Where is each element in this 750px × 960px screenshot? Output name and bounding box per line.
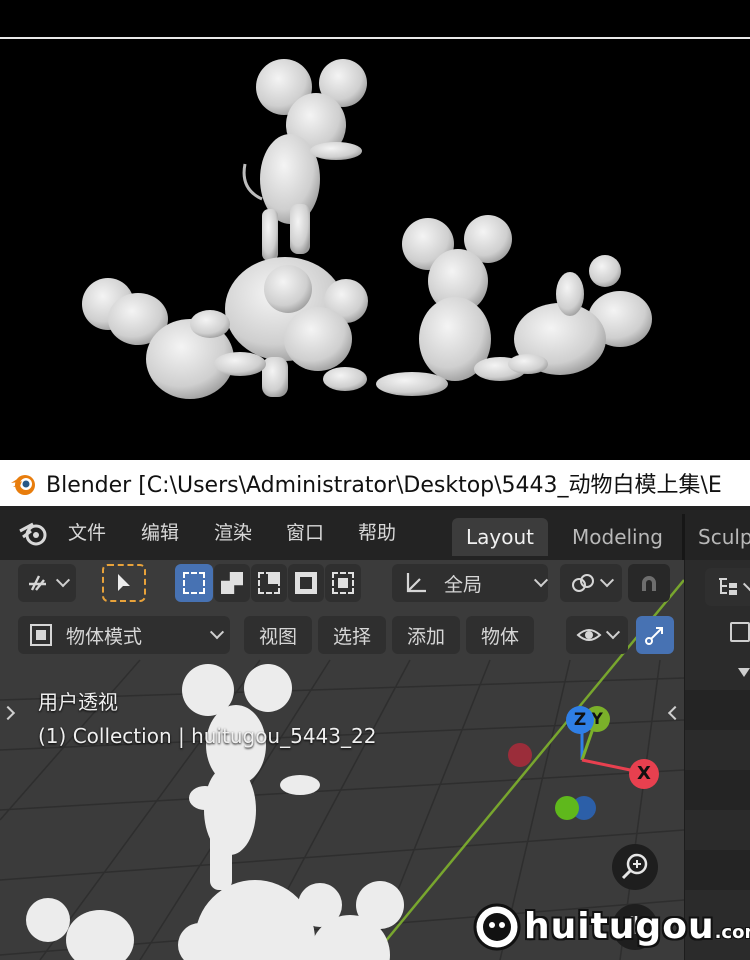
cursor-tool-icon (29, 575, 46, 591)
tab-modeling[interactable]: Modeling (558, 518, 677, 556)
window-title-bar: Blender [C:\Users\Administrator\Desktop\… (0, 460, 750, 506)
link-icon (572, 574, 594, 592)
menu-window[interactable]: 窗口 (286, 519, 324, 547)
window-title: Blender [C:\Users\Administrator\Desktop\… (46, 473, 722, 498)
select-intersect-icon (332, 572, 354, 594)
gizmo-toggle-button[interactable] (636, 616, 674, 654)
snap-toggle-button[interactable] (628, 564, 670, 602)
visibility-dropdown[interactable] (566, 616, 628, 654)
object-mode-icon (30, 624, 52, 646)
menu-help[interactable]: 帮助 (358, 519, 396, 547)
outliner-icon (719, 578, 737, 595)
chevron-down-icon (533, 573, 549, 588)
outliner-row[interactable] (685, 690, 750, 730)
select-mode-extend-button[interactable] (214, 564, 250, 602)
select-mode-subtract-button[interactable] (251, 564, 287, 602)
blender-app: 文件 编辑 渲染 窗口 帮助 Layout Modeling Sculp 全局 … (0, 506, 750, 960)
tab-sculpting[interactable]: Sculp (684, 518, 750, 556)
viewport-header-tools: 全局 (0, 564, 684, 610)
transform-orientation-icon (406, 573, 426, 593)
gizmo-x-axis[interactable]: X (629, 759, 659, 789)
menu-object[interactable]: 物体 (466, 616, 534, 654)
render-preview (0, 39, 750, 460)
select-arrow-icon (118, 574, 130, 591)
select-subtract-icon (258, 572, 280, 594)
blender-menu-icon[interactable] (18, 519, 50, 547)
menu-file[interactable]: 文件 (68, 519, 106, 547)
select-extend-icon (221, 572, 243, 594)
chevron-down-icon (599, 573, 615, 588)
blender-logo-icon (11, 475, 35, 495)
watermark-suffix: .com (714, 921, 750, 943)
chevron-down-icon (209, 625, 225, 640)
transform-orientation-dropdown[interactable]: 全局 (392, 564, 549, 602)
chevron-down-icon (605, 625, 621, 640)
top-black-strip (0, 0, 750, 38)
collection-info: (1) Collection | huitugou_5443_22 (38, 724, 377, 748)
tab-layout[interactable]: Layout (452, 518, 548, 556)
watermark: huitugou .com (470, 898, 750, 954)
select-mode-new-button[interactable] (175, 564, 213, 602)
select-mode-difference-button[interactable] (288, 564, 324, 602)
area-separator (682, 514, 685, 560)
menu-view[interactable]: 视图 (244, 616, 312, 654)
chevron-down-icon (742, 577, 750, 592)
view-name: 用户透视 (38, 690, 118, 714)
chevron-down-icon (55, 573, 71, 588)
menu-edit[interactable]: 编辑 (141, 519, 179, 547)
transform-orientation-label: 全局 (444, 573, 483, 596)
gizmo-neg-y-dot[interactable] (555, 796, 579, 820)
gizmo-z-axis[interactable]: Z (566, 706, 594, 734)
mice-render-image (82, 59, 652, 399)
object-mode-label: 物体模式 (66, 625, 143, 648)
watermark-logo-icon (473, 903, 521, 951)
overlay-gizmo-icon (645, 627, 663, 645)
menu-render[interactable]: 渲染 (214, 519, 252, 547)
top-menu-bar: 文件 编辑 渲染 窗口 帮助 Layout Modeling Sculp (0, 506, 750, 560)
pivot-link-button[interactable] (560, 564, 622, 602)
select-new-icon (183, 572, 205, 594)
menu-select[interactable]: 选择 (318, 616, 386, 654)
outliner-row[interactable] (685, 850, 750, 890)
gizmo-neg-x-dot[interactable] (508, 743, 532, 767)
visibility-eye-icon (576, 629, 602, 641)
cursor-tool-button[interactable] (18, 564, 76, 602)
outliner-row[interactable] (685, 770, 750, 810)
watermark-brand: huitugou (524, 905, 715, 947)
scene-collection-icon (730, 622, 750, 642)
outliner-display-mode-button[interactable] (705, 568, 750, 606)
snap-magnet-icon (642, 576, 656, 591)
collapse-triangle-icon[interactable] (738, 668, 750, 677)
viewport-header-menus: 物体模式 视图 选择 添加 物体 (0, 616, 684, 662)
select-tool-button[interactable] (102, 564, 146, 602)
zoom-button[interactable] (612, 844, 658, 890)
zoom-icon (621, 853, 648, 880)
select-mode-intersect-button[interactable] (325, 564, 361, 602)
menu-add[interactable]: 添加 (392, 616, 460, 654)
object-mode-dropdown[interactable]: 物体模式 (18, 616, 230, 654)
select-difference-icon (295, 572, 317, 594)
